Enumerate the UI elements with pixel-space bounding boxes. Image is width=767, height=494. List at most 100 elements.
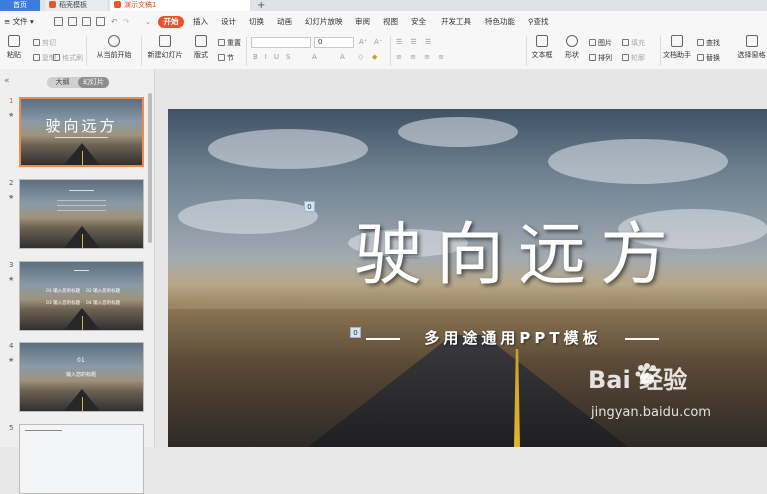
menu-design[interactable]: 设计 — [221, 16, 236, 28]
undo-icon[interactable]: ↶ — [111, 16, 117, 28]
tab-presentation-1[interactable]: 演示文稿1 — [110, 0, 250, 11]
new-slide-button[interactable]: 新建幻灯片 — [146, 35, 184, 60]
shape-icon — [566, 35, 578, 47]
reset-button[interactable]: 重置 — [218, 38, 241, 48]
section-button[interactable]: 节 — [218, 53, 234, 63]
menu-review[interactable]: 审阅 — [355, 16, 370, 28]
slide-subtitle[interactable]: 多用途通用PPT模板 — [363, 327, 663, 348]
menu-special-features[interactable]: 特色功能 — [485, 16, 515, 28]
paste-button[interactable]: 粘贴 — [5, 35, 23, 60]
textbox-icon — [536, 35, 548, 47]
cut-button[interactable]: 剪切 — [33, 38, 56, 48]
shape-button[interactable]: 形状 — [561, 35, 583, 60]
animation-star-icon: ★ — [8, 193, 15, 201]
font-color-icon[interactable]: A — [312, 53, 317, 61]
bullet-list-icon[interactable]: ☰ ☰ ☰ — [396, 38, 434, 46]
select-pane-button[interactable]: 选择窗格 — [736, 35, 767, 60]
doc-assistant-button[interactable]: 文档助手 — [662, 35, 692, 60]
doc-assistant-label: 文档助手 — [663, 51, 691, 59]
picture-label: 图片 — [598, 39, 612, 47]
menu-file[interactable]: ≡ 文件 ▾ — [4, 16, 34, 28]
text-highlight-icon[interactable]: A — [340, 53, 345, 61]
docer-icon — [49, 1, 56, 8]
print-preview-icon[interactable] — [96, 17, 105, 26]
cloud — [208, 129, 368, 169]
tab-outline[interactable]: 大纲 — [47, 77, 78, 88]
textbox-button[interactable]: 文本框 — [530, 35, 554, 60]
replace-icon — [697, 54, 704, 61]
arrange-button[interactable]: 排列 — [589, 53, 612, 63]
ribbon-divider — [526, 36, 527, 66]
menu-start[interactable]: 开始 — [158, 16, 184, 28]
picture-button[interactable]: 图片 — [589, 38, 612, 48]
paw-icon — [635, 363, 656, 385]
animation-star-icon: ★ — [8, 275, 15, 283]
tab-template-label: 稻壳模板 — [59, 1, 87, 9]
tab-slides[interactable]: 幻灯片 — [78, 77, 109, 88]
menu-animations[interactable]: 动画 — [277, 16, 292, 28]
slide-title[interactable]: 驶向远方 — [318, 199, 718, 298]
fill-icon — [622, 39, 629, 46]
print-icon[interactable] — [82, 17, 91, 26]
font-size-select[interactable]: 0 — [314, 37, 354, 48]
format-painter-label: 格式刷 — [62, 54, 83, 62]
font-style-buttons[interactable]: BIUS — [253, 53, 297, 61]
redo-icon[interactable]: ↷ — [123, 16, 129, 28]
menu-transitions[interactable]: 切换 — [249, 16, 264, 28]
select-pane-icon — [745, 35, 758, 47]
animation-order-badge[interactable]: 0 — [304, 201, 315, 212]
menu-developer[interactable]: 开发工具 — [441, 16, 471, 28]
animation-order-badge[interactable]: 0 — [350, 327, 361, 338]
menu-security[interactable]: 安全 — [411, 16, 426, 28]
slide-number: 1 — [9, 97, 14, 105]
subtitle-right-dash — [625, 338, 659, 340]
collapse-panel-icon[interactable]: « — [4, 76, 10, 86]
brush-icon — [53, 54, 60, 61]
cloud — [178, 199, 318, 234]
ribbon-toolbar: 粘贴 剪切 复制 格式刷 从当前开始 新建幻灯片 版式 重置 节 0 A⁺ A⁻… — [0, 33, 767, 70]
replace-button[interactable]: 替换 — [697, 53, 720, 63]
export-pdf-icon[interactable] — [68, 17, 77, 26]
decrease-font-icon[interactable]: A⁻ — [374, 38, 382, 46]
thumb-title: 驶向远方 — [45, 117, 118, 135]
new-tab-button[interactable]: + — [254, 0, 268, 11]
customize-toolbar-icon[interactable]: ⌄ — [145, 16, 151, 28]
presentation-icon — [114, 1, 121, 8]
outline-label: 轮廓 — [631, 54, 645, 62]
menu-view[interactable]: 视图 — [383, 16, 398, 28]
fill-button[interactable]: 填充 — [622, 38, 645, 48]
outline-button[interactable]: 轮廓 — [622, 53, 645, 63]
slide-number: 5 — [9, 424, 14, 432]
cut-label: 剪切 — [42, 39, 56, 47]
from-current-slide-button[interactable]: 从当前开始 — [92, 35, 136, 60]
menu-slideshow[interactable]: 幻灯片放映 — [305, 16, 343, 28]
reset-icon — [218, 39, 225, 46]
layout-button[interactable]: 版式 — [191, 35, 211, 60]
tab-home[interactable]: 首页 — [0, 0, 40, 11]
thumb-divider — [54, 137, 109, 138]
format-painter-button[interactable]: 格式刷 — [53, 53, 83, 63]
paste-label: 粘贴 — [7, 51, 21, 59]
new-slide-label: 新建幻灯片 — [147, 51, 183, 59]
menu-insert[interactable]: 插入 — [193, 16, 208, 28]
fill-color-icon[interactable]: ◆ — [372, 53, 377, 61]
align-icons[interactable]: ≡ ≡ ≡ ≡ — [396, 53, 447, 61]
layout-label: 版式 — [194, 51, 208, 59]
new-slide-icon — [159, 35, 171, 47]
thumbnail-scrollbar[interactable] — [148, 93, 152, 243]
animation-star-icon: ★ — [8, 356, 15, 364]
eraser-icon[interactable]: ◇ — [358, 53, 363, 61]
road-line — [81, 316, 83, 330]
scissors-icon — [33, 39, 40, 46]
save-icon[interactable] — [54, 17, 63, 26]
shape-label: 形状 — [565, 51, 579, 59]
slide-thumbnail-panel: « 大纲 幻灯片 1 ★ 驶向远方 2 ★ 3 ★ 01 输入您的标题 02 输… — [0, 69, 155, 494]
increase-font-icon[interactable]: A⁺ — [359, 38, 367, 46]
slide-number: 4 — [9, 342, 14, 350]
menu-search[interactable]: ⚲查找 — [528, 16, 549, 28]
thumb-divider — [74, 270, 89, 271]
arrange-icon — [589, 54, 596, 61]
find-button[interactable]: 查找 — [697, 38, 720, 48]
font-name-select[interactable] — [251, 37, 311, 48]
tab-template-store[interactable]: 稻壳模板 — [45, 0, 107, 11]
